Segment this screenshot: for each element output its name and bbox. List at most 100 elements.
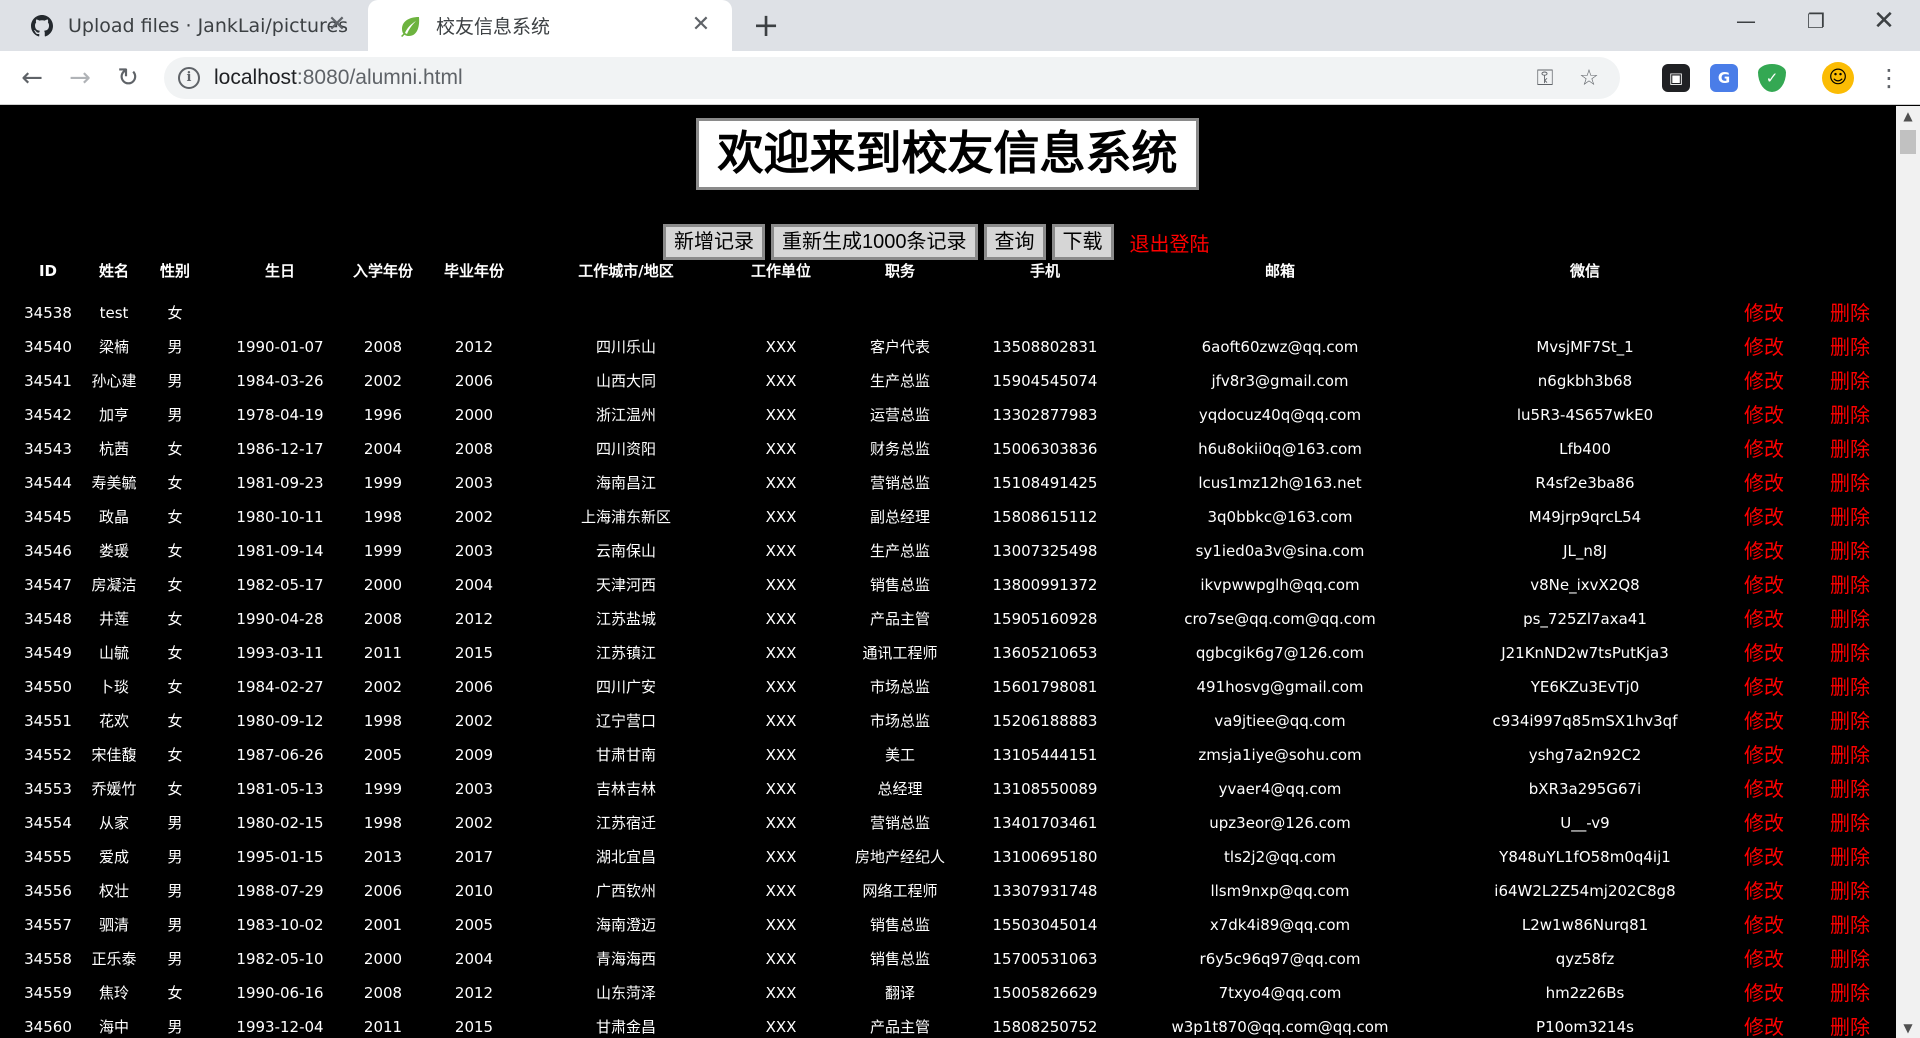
edit-link[interactable]: 修改 bbox=[1718, 976, 1810, 1010]
close-icon[interactable]: ✕ bbox=[324, 12, 350, 38]
edit-link[interactable]: 修改 bbox=[1718, 942, 1810, 976]
edit-link[interactable]: 修改 bbox=[1718, 568, 1810, 602]
cell-grad-year: 2012 bbox=[454, 338, 494, 356]
delete-link[interactable]: 删除 bbox=[1810, 636, 1890, 670]
cell-name: test bbox=[99, 304, 129, 322]
cell-gender: 男 bbox=[167, 338, 183, 356]
browser-toolbar: ← → ↻ i localhost:8080/alumni.html ⚿ ☆ ▣… bbox=[0, 51, 1920, 105]
star-icon[interactable]: ☆ bbox=[1576, 66, 1602, 92]
edit-link[interactable]: 修改 bbox=[1718, 1010, 1810, 1038]
table-row: 34544 寿美毓女 1981-09-23 1999 2003 海南昌江 XXX 营销总监 15… bbox=[18, 462, 1888, 496]
address-bar[interactable]: i localhost:8080/alumni.html ⚿ ☆ bbox=[164, 57, 1620, 99]
extension-icon[interactable]: ▣ bbox=[1662, 64, 1690, 92]
delete-link[interactable]: 删除 bbox=[1810, 602, 1890, 636]
delete-link[interactable]: 删除 bbox=[1810, 398, 1890, 432]
restore-icon[interactable]: ❐ bbox=[1782, 0, 1850, 42]
cell-position: 副总经理 bbox=[869, 508, 930, 526]
forward-arrow-icon[interactable]: → bbox=[62, 60, 98, 96]
cell-employer: XXX bbox=[765, 406, 797, 424]
table-row: 34545 政晶女 1980-10-11 1998 2002 上海浦东新区 XXX 副总经理 1… bbox=[18, 496, 1888, 530]
logout-link[interactable]: 退出登陆 bbox=[1130, 228, 1210, 257]
edit-link[interactable]: 修改 bbox=[1718, 704, 1810, 738]
cell-phone: 13508802831 bbox=[992, 338, 1098, 356]
edit-link[interactable]: 修改 bbox=[1718, 738, 1810, 772]
cell-city: 天津河西 bbox=[595, 576, 656, 594]
new-tab-icon[interactable]: + bbox=[748, 8, 784, 44]
header-id: ID bbox=[38, 262, 58, 280]
delete-link[interactable]: 删除 bbox=[1810, 806, 1890, 840]
delete-link[interactable]: 删除 bbox=[1810, 364, 1890, 398]
edit-link[interactable]: 修改 bbox=[1718, 534, 1810, 568]
delete-link[interactable]: 删除 bbox=[1810, 534, 1890, 568]
edit-link[interactable]: 修改 bbox=[1718, 602, 1810, 636]
minimize-icon[interactable]: — bbox=[1712, 0, 1780, 42]
edit-link[interactable]: 修改 bbox=[1718, 806, 1810, 840]
scroll-down-icon[interactable]: ▼ bbox=[1896, 1018, 1920, 1038]
cell-city: 四川广安 bbox=[595, 678, 656, 696]
table-row: 34543 杭茜女 1986-12-17 2004 2008 四川资阳 XXX 财务总监 150… bbox=[18, 428, 1888, 462]
delete-link[interactable]: 删除 bbox=[1810, 500, 1890, 534]
cell-email: lcus1mz12h@163.net bbox=[1198, 474, 1362, 492]
cell-name: 驷清 bbox=[98, 916, 129, 934]
cell-id: 34544 bbox=[24, 474, 72, 492]
scrollbar-thumb[interactable] bbox=[1900, 130, 1916, 154]
info-icon[interactable]: i bbox=[178, 67, 200, 89]
scroll-up-icon[interactable]: ▲ bbox=[1896, 106, 1920, 126]
delete-link[interactable]: 删除 bbox=[1810, 432, 1890, 466]
delete-link[interactable]: 删除 bbox=[1810, 670, 1890, 704]
cell-grad-year: 2012 bbox=[454, 984, 494, 1002]
close-icon[interactable]: ✕ bbox=[688, 12, 714, 38]
cell-wechat: R4sf2e3ba86 bbox=[1535, 474, 1635, 492]
cell-phone: 15206188883 bbox=[992, 712, 1098, 730]
window-close-icon[interactable]: ✕ bbox=[1850, 0, 1918, 42]
reload-icon[interactable]: ↻ bbox=[110, 60, 146, 96]
delete-link[interactable]: 删除 bbox=[1810, 840, 1890, 874]
edit-link[interactable]: 修改 bbox=[1718, 432, 1810, 466]
edit-link[interactable]: 修改 bbox=[1718, 296, 1810, 330]
url-text[interactable]: localhost:8080/alumni.html bbox=[214, 57, 463, 99]
cell-email: 6aoft60zwz@qq.com bbox=[1201, 338, 1359, 356]
key-icon[interactable]: ⚿ bbox=[1532, 66, 1558, 92]
edit-link[interactable]: 修改 bbox=[1718, 670, 1810, 704]
cell-employer: XXX bbox=[765, 984, 797, 1002]
delete-link[interactable]: 删除 bbox=[1810, 466, 1890, 500]
cell-phone: 13401703461 bbox=[992, 814, 1098, 832]
edit-link[interactable]: 修改 bbox=[1718, 500, 1810, 534]
delete-link[interactable]: 删除 bbox=[1810, 942, 1890, 976]
cell-email: yqdocuz40q@qq.com bbox=[1198, 406, 1362, 424]
delete-link[interactable]: 删除 bbox=[1810, 738, 1890, 772]
edit-link[interactable]: 修改 bbox=[1718, 636, 1810, 670]
edit-link[interactable]: 修改 bbox=[1718, 772, 1810, 806]
delete-link[interactable]: 删除 bbox=[1810, 976, 1890, 1010]
edit-link[interactable]: 修改 bbox=[1718, 364, 1810, 398]
menu-icon[interactable]: ⋮ bbox=[1874, 60, 1904, 96]
edit-link[interactable]: 修改 bbox=[1718, 840, 1810, 874]
avatar[interactable]: ☺ bbox=[1822, 62, 1854, 94]
cell-email: upz3eor@126.com bbox=[1209, 814, 1351, 832]
translate-icon[interactable]: G bbox=[1710, 64, 1738, 92]
tab-alumni-system[interactable]: 校友信息系统 ✕ bbox=[368, 0, 732, 51]
cell-id: 34556 bbox=[24, 882, 72, 900]
tab-upload-files[interactable]: Upload files · JankLai/pictures ✕ bbox=[0, 0, 368, 51]
delete-link[interactable]: 删除 bbox=[1810, 704, 1890, 738]
delete-link[interactable]: 删除 bbox=[1810, 330, 1890, 364]
delete-link[interactable]: 删除 bbox=[1810, 568, 1890, 602]
cell-phone: 13108550089 bbox=[992, 780, 1098, 798]
cell-email: va9jtiee@qq.com bbox=[1214, 712, 1346, 730]
shield-icon[interactable]: ✓ bbox=[1758, 64, 1786, 92]
delete-link[interactable]: 删除 bbox=[1810, 772, 1890, 806]
cell-grad-year: 2017 bbox=[454, 848, 494, 866]
edit-link[interactable]: 修改 bbox=[1718, 908, 1810, 942]
cell-name: 乔媛竹 bbox=[91, 780, 137, 798]
vertical-scrollbar[interactable]: ▲ ▼ bbox=[1896, 106, 1920, 1038]
header-phone: 手机 bbox=[1029, 262, 1060, 280]
delete-link[interactable]: 删除 bbox=[1810, 1010, 1890, 1038]
delete-link[interactable]: 删除 bbox=[1810, 874, 1890, 908]
edit-link[interactable]: 修改 bbox=[1718, 330, 1810, 364]
edit-link[interactable]: 修改 bbox=[1718, 466, 1810, 500]
back-arrow-icon[interactable]: ← bbox=[14, 60, 50, 96]
delete-link[interactable]: 删除 bbox=[1810, 296, 1890, 330]
delete-link[interactable]: 删除 bbox=[1810, 908, 1890, 942]
edit-link[interactable]: 修改 bbox=[1718, 398, 1810, 432]
edit-link[interactable]: 修改 bbox=[1718, 874, 1810, 908]
